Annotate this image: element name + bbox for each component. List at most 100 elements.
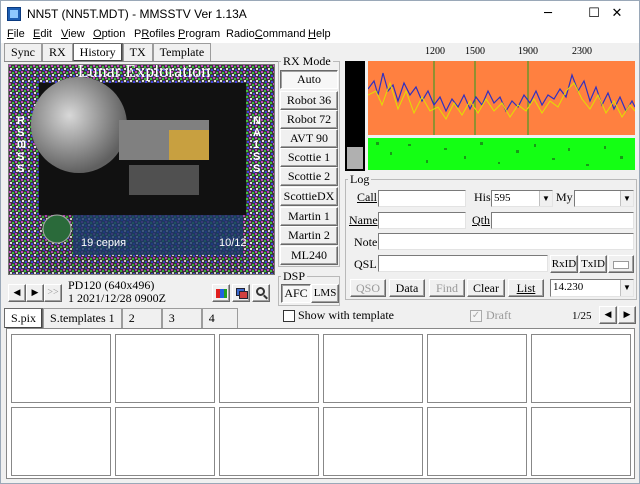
mode-robot36-button[interactable]: Robot 36 [280,91,338,110]
app-window: NN5T (NN5T.MDT) - MMSSTV Ver 1.13A ─ ☐ ✕… [0,0,640,484]
my-label: My [556,190,573,204]
menu-bar: File Edit View Option PRofiles Program R… [1,27,639,43]
list-button[interactable]: List [508,279,544,297]
menu-option[interactable]: Option [93,28,125,40]
thumbnail-slot[interactable] [219,407,319,476]
received-image[interactable]: Lunar Exploration RS0ISS NA1SS 19 серия … [8,64,275,275]
image-counter: 10/12 [219,237,247,249]
mode-scottie1-button[interactable]: Scottie 1 [280,148,338,167]
txid-button[interactable]: TxID [579,255,607,273]
tab-stock-pix[interactable]: S.pix [4,308,44,328]
show-template-checkbox[interactable] [283,310,295,322]
rx-mode-title: RX Mode [281,54,333,69]
tab-stock-2[interactable]: 2 [121,308,162,328]
thumbnail-slot[interactable] [115,407,215,476]
level-meter [345,61,365,171]
thumbnail-slot[interactable] [427,407,527,476]
qth-label: Qth [472,213,490,227]
data-button[interactable]: Data [389,279,425,297]
menu-program[interactable]: Program [178,28,220,40]
call-label: Call [357,190,377,204]
menu-file[interactable]: File [7,28,25,40]
thumbnail-slot[interactable] [427,334,527,403]
thumbnail-slot[interactable] [11,407,111,476]
tab-stock-templates-1[interactable]: S.templates 1 [43,308,122,328]
clear-button[interactable]: Clear [467,279,505,297]
spectrum-tick: 1500 [465,46,485,57]
stock-tabs: S.pix S.templates 1 2 3 4 [4,308,280,328]
page-next-button[interactable]: ▶ [618,306,636,324]
image-left-callsign: RS0ISS [17,115,27,175]
thumbnail-slot[interactable] [323,407,423,476]
mode-scottiedx-button[interactable]: ScottieDX [280,187,338,206]
mode-ml240-button[interactable]: ML240 [280,246,338,265]
spectrum-scale: 1200 1500 1900 2300 [368,46,635,60]
find-button[interactable]: Find [429,279,465,297]
tab-stock-4[interactable]: 4 [201,308,238,328]
level-meter-bar [347,147,363,169]
qso-button[interactable]: QSO [350,279,386,297]
spectrum-tick: 1200 [425,46,445,57]
frequency-select[interactable]: 14.230 ▼ [550,279,634,297]
tab-stock-3[interactable]: 3 [161,308,202,328]
minimize-button[interactable]: ─ [525,1,571,27]
mode-martin1-button[interactable]: Martin 1 [280,207,338,226]
waterfall-display[interactable] [368,138,635,170]
menu-view[interactable]: View [61,28,85,40]
keyboard-icon[interactable] [608,255,634,273]
history-prev-button[interactable]: ◀ [8,284,26,302]
copy-image-icon[interactable] [232,284,250,302]
magnifier-icon[interactable] [252,284,270,302]
name-input[interactable] [378,212,466,229]
name-label: Name [349,213,378,227]
mode-scottie2-button[interactable]: Scottie 2 [280,167,338,186]
menu-profiles[interactable]: PRofiles [134,28,175,40]
mode-avt90-button[interactable]: AVT 90 [280,129,338,148]
mode-martin2-button[interactable]: Martin 2 [280,226,338,245]
spectrum-trace [368,61,635,135]
mmsstv-app-icon[interactable] [7,7,21,21]
mode-robot72-button[interactable]: Robot 72 [280,110,338,129]
color-bars-icon[interactable] [212,284,230,302]
stock-thumbnail-grid [6,328,635,479]
thumbnail-slot[interactable] [531,334,631,403]
image-right-callsign: NA1SS [253,115,261,175]
menu-radiocommand[interactable]: RadioCommand [226,28,306,40]
menu-help[interactable]: Help [308,28,331,40]
qsl-label: QSL [354,257,377,271]
lms-button[interactable]: LMS [311,284,339,303]
afc-button[interactable]: AFC [281,284,311,303]
chevron-down-icon[interactable]: ▼ [620,280,633,296]
tab-tx[interactable]: TX [122,43,153,61]
menu-edit[interactable]: Edit [33,28,52,40]
rxid-button[interactable]: RxID [550,255,578,273]
thumbnail-slot[interactable] [531,407,631,476]
call-input[interactable] [378,190,466,207]
history-next-button[interactable]: ▶ [26,284,44,302]
spectrum-display[interactable] [368,61,635,135]
tab-history[interactable]: History [72,43,123,61]
my-rst-select[interactable]: ▼ [574,190,634,207]
main-tabs: Sync RX History TX Template [4,43,212,61]
spectrum-tick: 2300 [572,46,592,57]
thumbnail-slot[interactable] [11,334,111,403]
tab-sync[interactable]: Sync [4,43,42,61]
qsl-input[interactable] [378,255,548,272]
page-prev-button[interactable]: ◀ [599,306,617,324]
his-rst-select[interactable]: 595 ▼ [491,190,553,207]
thumbnail-slot[interactable] [219,334,319,403]
history-skip-button[interactable]: >> [44,284,62,302]
mode-auto-button[interactable]: Auto [280,70,338,89]
note-input[interactable] [378,233,634,250]
chevron-down-icon[interactable]: ▼ [620,191,633,206]
note-label: Note [354,235,378,249]
tab-rx[interactable]: RX [42,43,73,61]
draft-checkbox[interactable]: ✓ [470,310,482,322]
tab-divider [4,61,279,62]
close-button[interactable]: ✕ [594,1,640,27]
chevron-down-icon[interactable]: ▼ [539,191,552,206]
qth-input[interactable] [491,212,634,229]
thumbnail-slot[interactable] [323,334,423,403]
tab-template[interactable]: Template [152,43,212,61]
thumbnail-slot[interactable] [115,334,215,403]
